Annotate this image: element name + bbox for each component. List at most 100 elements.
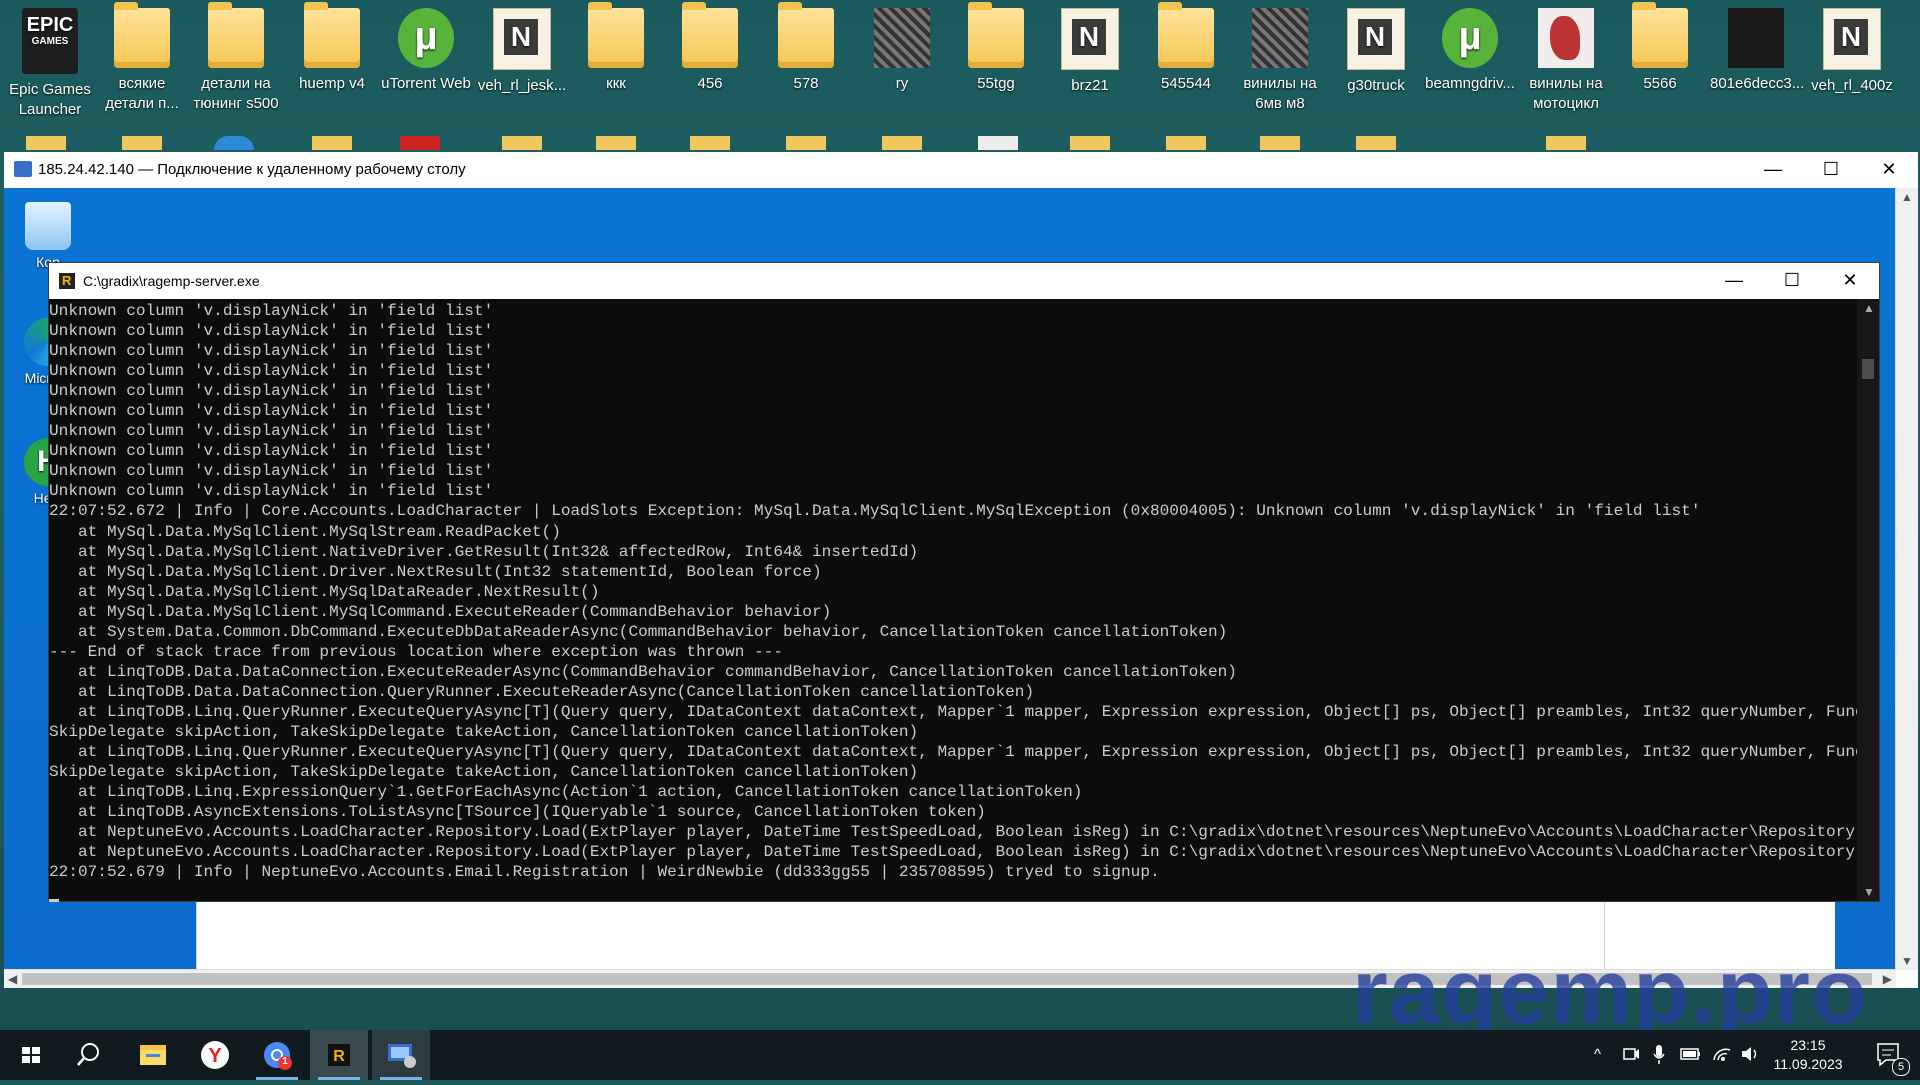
console-line: SkipDelegate skipAction, TakeSkipDelegat… [49, 763, 919, 782]
console-line: Unknown column 'v.displayNick' in 'field… [49, 442, 494, 461]
notification-center-button[interactable]: 5 [1864, 1030, 1914, 1080]
folder-icon [208, 2, 264, 68]
rdp-vertical-scrollbar[interactable]: ▲ ▼ [1895, 188, 1918, 970]
console-minimize-button[interactable]: — [1705, 263, 1763, 299]
console-line: SkipDelegate skipAction, TakeSkipDelegat… [49, 722, 919, 741]
desktop-icon[interactable]: huemp v4 [286, 2, 378, 94]
console-line: Unknown column 'v.displayNick' in 'field… [49, 382, 494, 401]
clock-date: 11.09.2023 [1773, 1056, 1843, 1072]
nif-file-icon: N [1823, 8, 1881, 70]
console-line: Unknown column 'v.displayNick' in 'field… [49, 402, 494, 421]
rdp-close-button[interactable]: ✕ [1860, 152, 1918, 188]
console-line: 22:07:52.679 | Info | NeptuneEvo.Account… [49, 863, 1160, 882]
console-window-title: C:\gradix\ragemp-server.exe [83, 273, 260, 289]
windows-logo-icon [22, 1047, 40, 1063]
desktop-icon[interactable]: 55tgg [950, 2, 1042, 94]
desktop-icon-label: 456 [697, 75, 723, 92]
taskbar-ragemp[interactable]: R [310, 1030, 368, 1080]
remote-recycle-bin[interactable]: Кор [18, 202, 78, 270]
volume-icon[interactable] [1740, 1044, 1760, 1064]
svg-text:Y: Y [208, 1045, 222, 1067]
console-line: Unknown column 'v.displayNick' in 'field… [49, 322, 494, 341]
desktop-icon[interactable]: ккк [570, 2, 662, 94]
desktop-icon[interactable]: Ng30truck [1330, 4, 1422, 96]
console-line: at MySql.Data.MySqlClient.NativeDriver.G… [49, 542, 919, 561]
chrome-badge: 1 [282, 1056, 288, 1067]
desktop-icon[interactable]: 801e6decc3... [1710, 4, 1804, 94]
desktop-icon[interactable]: винилы на 6мв м8 [1234, 4, 1326, 114]
desktop-icon-label: brz21 [1071, 77, 1109, 94]
console-line: at NeptuneEvo.Accounts.LoadCharacter.Rep… [49, 823, 1857, 842]
console-scrollbar[interactable]: ▲ ▼ [1857, 299, 1879, 901]
taskbar-remote-desktop[interactable] [372, 1030, 430, 1080]
svg-text:R: R [333, 1048, 345, 1065]
console-close-button[interactable]: ✕ [1821, 263, 1879, 299]
console-maximize-button[interactable]: ☐ [1763, 263, 1821, 299]
remote-desktop-icon [14, 161, 32, 177]
folder-icon [588, 2, 644, 68]
ragemp-icon [59, 273, 75, 289]
desktop-icon-label: Epic Games Launcher [9, 81, 91, 118]
image-file-icon [1252, 8, 1308, 68]
desktop-icon[interactable]: Nbrz21 [1044, 4, 1136, 96]
recycle-bin-icon [25, 202, 71, 250]
image-file-icon [1728, 8, 1784, 68]
yandex-browser-icon: Y [201, 1041, 229, 1069]
scroll-up-arrow-icon[interactable]: ▲ [1863, 301, 1875, 315]
desktop-icon[interactable]: ry [856, 4, 948, 94]
console-line: at MySql.Data.MySqlClient.MySqlCommand.E… [49, 602, 832, 621]
console-line: at LinqToDB.Linq.ExpressionQuery`1.GetFo… [49, 783, 1083, 802]
desktop-icon-label: винилы на 6мв м8 [1243, 75, 1317, 112]
console-line: at NeptuneEvo.Accounts.LoadCharacter.Rep… [49, 843, 1857, 862]
console-cursor-line [49, 882, 1857, 903]
console-line: at LinqToDB.Linq.QueryRunner.ExecuteQuer… [49, 702, 1857, 721]
desktop-icon-label: ry [895, 75, 909, 92]
console-line: Unknown column 'v.displayNick' in 'field… [49, 422, 494, 441]
start-button[interactable] [2, 1030, 60, 1080]
taskbar-clock[interactable]: 23:15 11.09.2023 [1760, 1036, 1856, 1074]
desktop-icon[interactable]: винилы на мотоцикл [1520, 4, 1612, 114]
taskbar-yandex-browser[interactable]: Y [186, 1030, 244, 1080]
wifi-icon[interactable] [1712, 1044, 1732, 1064]
battery-icon[interactable] [1680, 1046, 1702, 1062]
ragemp-server-console-window: C:\gradix\ragemp-server.exe — ☐ ✕ Unknow… [48, 262, 1880, 903]
tray-overflow-chevron-icon[interactable]: ^ [1594, 1046, 1601, 1063]
taskbar-file-explorer[interactable] [124, 1030, 182, 1080]
scroll-right-arrow-icon[interactable]: ▶ [1883, 972, 1892, 986]
desktop-icon[interactable]: Nveh_rl_jesk... [476, 4, 568, 96]
desktop-icon[interactable]: детали на тюнинг s500 [190, 2, 282, 114]
console-scroll-thumb[interactable] [1862, 359, 1874, 379]
taskbar-search-button[interactable] [60, 1030, 118, 1080]
desktop-icon-label: 5566 [1643, 75, 1677, 92]
taskbar-chrome[interactable]: 1 [248, 1030, 306, 1080]
desktop-icon[interactable]: µ beamngdriv... [1424, 4, 1516, 94]
ragemp-icon: R [328, 1044, 350, 1066]
scroll-left-arrow-icon[interactable]: ◀ [8, 972, 17, 986]
desktop-icon[interactable]: µ uTorrent Web [380, 4, 472, 94]
desktop-icon-label: huemp v4 [299, 75, 365, 92]
scroll-down-arrow-icon[interactable]: ▼ [1863, 885, 1875, 899]
meet-now-icon[interactable] [1622, 1044, 1640, 1064]
folder-icon [682, 2, 738, 68]
nif-file-icon: N [1061, 8, 1119, 70]
microphone-icon[interactable] [1652, 1044, 1666, 1066]
rdp-minimize-button[interactable]: — [1744, 152, 1802, 188]
console-output[interactable]: Unknown column 'v.displayNick' in 'field… [49, 299, 1857, 903]
scroll-up-arrow-icon[interactable]: ▲ [1901, 190, 1913, 204]
console-title-bar[interactable]: C:\gradix\ragemp-server.exe — ☐ ✕ [49, 263, 1879, 299]
desktop-icon[interactable]: всякие детали п... [96, 2, 188, 114]
desktop-icon[interactable]: 456 [664, 2, 756, 94]
scroll-down-arrow-icon[interactable]: ▼ [1901, 954, 1913, 968]
desktop-icon[interactable]: EPIC GAMES Epic Games Launcher [4, 4, 96, 120]
desktop-icon[interactable]: 5566 [1614, 2, 1706, 94]
desktop-icon-label: beamngdriv... [1425, 75, 1515, 92]
desktop-icon[interactable]: 578 [760, 2, 852, 94]
desktop-icon[interactable]: 545544 [1140, 2, 1232, 94]
console-line: Unknown column 'v.displayNick' in 'field… [49, 482, 494, 501]
rdp-maximize-button[interactable]: ☐ [1802, 152, 1860, 188]
desktop-icon[interactable]: Nveh_rl_400z [1806, 4, 1898, 96]
console-line: at System.Data.Common.DbCommand.ExecuteD… [49, 622, 1228, 641]
epic-games-icon: EPIC GAMES [22, 8, 78, 74]
rdp-title-bar[interactable]: 185.24.42.140 — Подключение к удаленному… [4, 152, 1918, 189]
desktop-icon-label: g30truck [1347, 77, 1405, 94]
